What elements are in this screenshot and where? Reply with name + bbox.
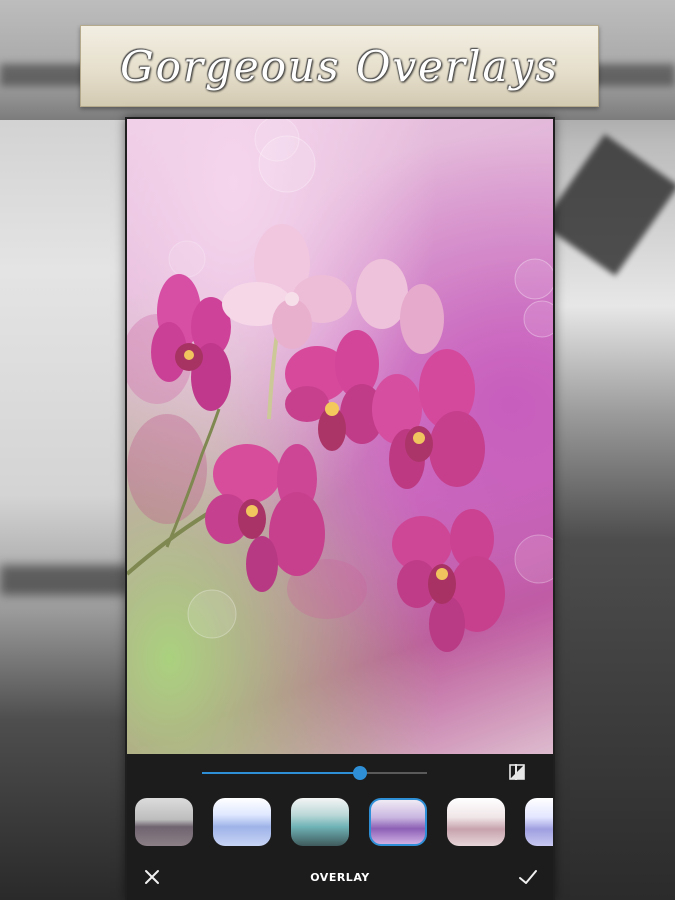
compare-icon[interactable] bbox=[507, 762, 527, 782]
edited-photo bbox=[127, 119, 553, 754]
overlay-thumbnail[interactable] bbox=[213, 798, 271, 846]
phone-screen: OVERLAY bbox=[125, 117, 555, 900]
title-banner: Gorgeous Overlays bbox=[80, 25, 599, 107]
overlay-thumbnail[interactable] bbox=[525, 798, 553, 846]
overlay-thumbnails bbox=[135, 796, 553, 848]
orchid-photo bbox=[127, 119, 553, 754]
slider-fill bbox=[202, 772, 360, 774]
page-title: Gorgeous Overlays bbox=[120, 41, 559, 91]
intensity-slider[interactable] bbox=[202, 766, 427, 780]
overlay-thumbnail[interactable] bbox=[447, 798, 505, 846]
overlay-controls: OVERLAY bbox=[127, 754, 553, 900]
slider-thumb[interactable] bbox=[353, 766, 367, 780]
bottom-bar: OVERLAY bbox=[127, 862, 553, 900]
check-icon[interactable] bbox=[517, 866, 539, 888]
mode-label: OVERLAY bbox=[310, 871, 370, 884]
overlay-thumbnail-selected[interactable] bbox=[369, 798, 427, 846]
overlay-thumbnail[interactable] bbox=[135, 798, 193, 846]
overlay-thumbnail[interactable] bbox=[291, 798, 349, 846]
